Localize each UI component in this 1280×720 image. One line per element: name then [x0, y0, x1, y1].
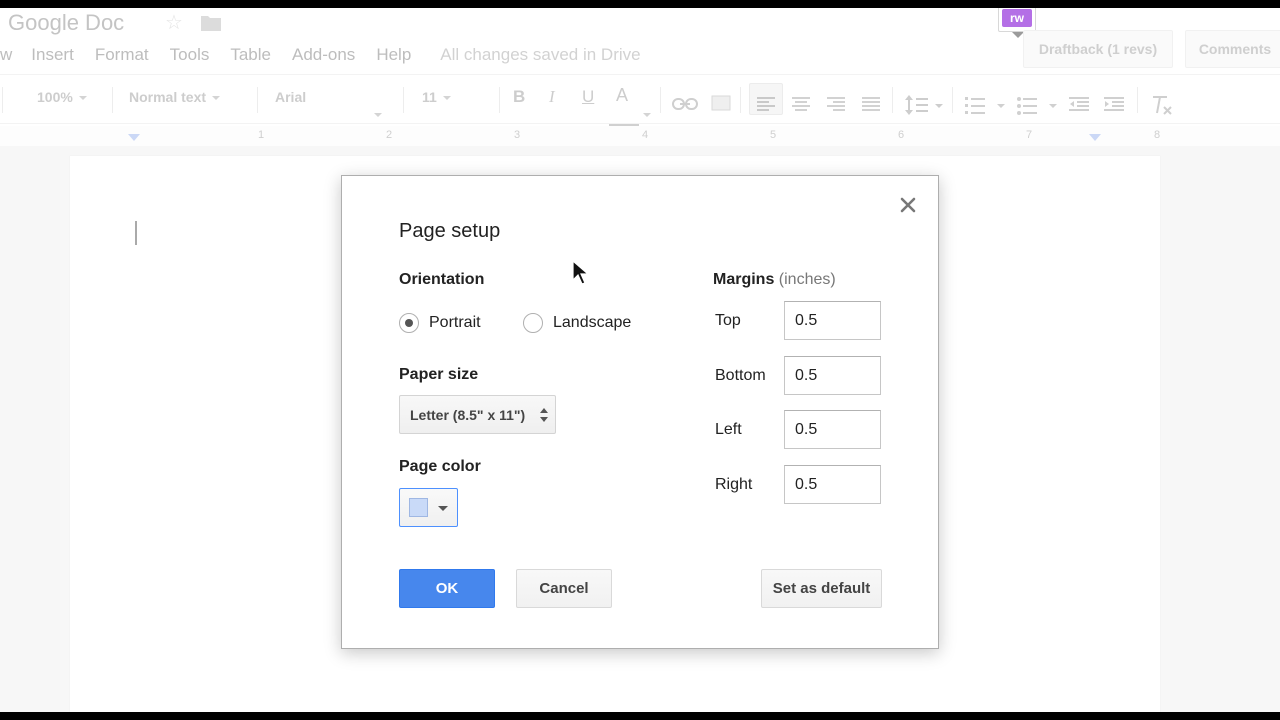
toolbar-separator [2, 87, 3, 113]
toolbar-separator [112, 87, 113, 113]
toolbar-separator [660, 87, 661, 113]
comment-icon[interactable] [711, 95, 731, 116]
clear-formatting-icon[interactable] [1151, 95, 1173, 120]
menu-bar: w Insert Format Tools Table Add-ons Help… [0, 44, 641, 66]
right-indent-marker[interactable] [1089, 134, 1101, 141]
ok-button[interactable]: OK [399, 569, 495, 608]
close-icon[interactable] [897, 194, 919, 216]
underline-button[interactable]: U [582, 87, 594, 107]
save-status[interactable]: All changes saved in Drive [440, 45, 640, 65]
italic-button[interactable]: I [549, 87, 555, 107]
margin-right-input[interactable] [784, 465, 881, 504]
draftback-button[interactable]: Draftback (1 revs) [1023, 30, 1173, 68]
link-icon[interactable] [672, 97, 698, 115]
ruler-number: 1 [258, 129, 265, 141]
landscape-radio-circle[interactable] [523, 313, 543, 333]
decrease-indent-icon[interactable] [1069, 97, 1089, 118]
up-down-arrow-icon [540, 408, 548, 422]
ruler-number: 8 [1154, 129, 1161, 141]
landscape-label[interactable]: Landscape [553, 314, 631, 332]
bulleted-list-icon[interactable] [1017, 95, 1059, 120]
left-indent-marker[interactable] [128, 134, 140, 141]
margin-left-row: Left [713, 410, 881, 449]
numbered-list-icon[interactable] [965, 95, 1007, 120]
paper-size-select[interactable]: Letter (8.5" x 11") [399, 395, 556, 434]
toolbar-separator [403, 87, 404, 113]
margin-bottom-label: Bottom [715, 366, 766, 384]
text-cursor [135, 221, 137, 245]
zoom-select[interactable]: 100% [37, 89, 87, 105]
menu-addons[interactable]: Add-ons [292, 45, 355, 65]
font-size-select[interactable]: 11 [422, 89, 451, 105]
page-color-label: Page color [399, 458, 481, 475]
chevron-down-icon [438, 506, 448, 511]
bold-button[interactable]: B [513, 87, 525, 107]
margin-top-input[interactable] [784, 301, 881, 340]
cancel-button[interactable]: Cancel [516, 569, 612, 608]
toolbar-separator [1137, 87, 1138, 113]
align-justify-icon[interactable] [862, 97, 880, 118]
mouse-pointer-icon [572, 259, 590, 291]
comments-button[interactable]: Comments [1185, 30, 1280, 68]
star-icon[interactable]: ☆ [165, 10, 183, 35]
extension-button[interactable]: rw [998, 8, 1036, 38]
font-dropdown-icon[interactable] [373, 105, 383, 123]
margin-left-label: Left [715, 420, 742, 438]
menu-tools[interactable]: Tools [170, 45, 210, 65]
ruler-number: 4 [642, 129, 649, 141]
margins-title: Margins [713, 271, 775, 288]
align-center-icon[interactable] [792, 97, 810, 118]
menu-view[interactable]: w [0, 45, 12, 65]
font-select[interactable]: Arial [275, 89, 306, 105]
toolbar: 100% Normal text Arial 11 B I U A [0, 74, 1280, 128]
margin-left-input[interactable] [784, 410, 881, 449]
margin-top-label: Top [715, 311, 741, 329]
align-right-icon[interactable] [827, 97, 845, 118]
screen: Google Doc ☆ w Insert Format Tools Table… [0, 8, 1280, 712]
toolbar-separator [892, 87, 893, 113]
align-left-icon[interactable] [757, 97, 775, 118]
menu-help[interactable]: Help [376, 45, 411, 65]
margin-bottom-input[interactable] [784, 356, 881, 395]
style-select[interactable]: Normal text [129, 89, 221, 105]
portrait-radio-circle[interactable] [399, 313, 419, 333]
toolbar-separator [740, 87, 741, 113]
line-spacing-icon[interactable] [905, 95, 945, 120]
extension-badge: rw [1002, 9, 1032, 27]
menu-table[interactable]: Table [230, 45, 271, 65]
margin-bottom-row: Bottom [713, 356, 881, 395]
page-setup-dialog: Page setup Orientation Portrait Landscap… [341, 175, 939, 649]
margins-label: Margins (inches) [713, 271, 836, 289]
set-as-default-button[interactable]: Set as default [761, 569, 882, 608]
toolbar-separator [952, 87, 953, 113]
toolbar-separator [499, 87, 500, 113]
margin-right-label: Right [715, 475, 753, 493]
margin-right-row: Right [713, 465, 881, 504]
margins-unit: (inches) [778, 271, 836, 288]
folder-icon[interactable] [200, 14, 222, 37]
doc-title[interactable]: Google Doc [8, 10, 124, 36]
margin-top-row: Top [713, 301, 881, 340]
orientation-label: Orientation [399, 271, 485, 288]
text-color-button[interactable]: A [616, 85, 628, 106]
menu-insert[interactable]: Insert [31, 45, 74, 65]
text-color-dropdown-icon[interactable] [642, 105, 652, 123]
ruler-number: 5 [770, 129, 777, 141]
portrait-radio[interactable]: Portrait [399, 313, 481, 333]
ruler-number: 3 [514, 129, 521, 141]
paper-size-label: Paper size [399, 366, 479, 383]
toolbar-separator [257, 87, 258, 113]
ruler[interactable]: 1 2 3 4 5 6 7 8 [0, 126, 1280, 146]
increase-indent-icon[interactable] [1104, 97, 1124, 118]
landscape-radio[interactable]: Landscape [523, 313, 631, 333]
ruler-number: 6 [898, 129, 905, 141]
ruler-number: 2 [386, 129, 393, 141]
page-color-swatch [409, 498, 428, 517]
portrait-label[interactable]: Portrait [429, 314, 481, 332]
dialog-title: Page setup [399, 220, 501, 242]
ruler-number: 7 [1026, 129, 1033, 141]
menu-format[interactable]: Format [95, 45, 149, 65]
page-color-picker[interactable] [399, 488, 458, 527]
paper-size-value: Letter (8.5" x 11") [410, 406, 526, 423]
